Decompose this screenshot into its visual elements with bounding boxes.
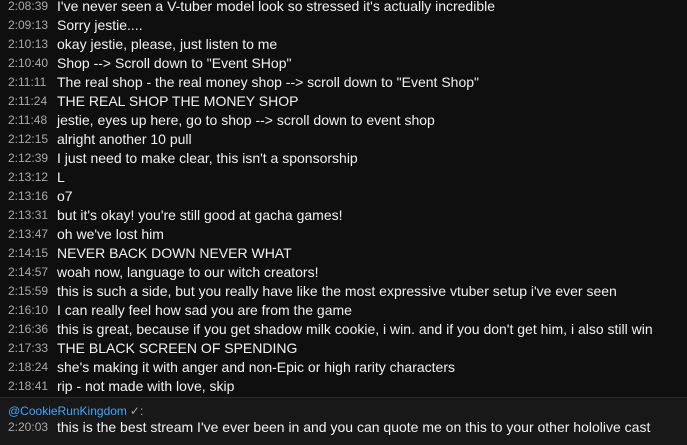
message-timestamp: 2:16:36 xyxy=(8,322,49,336)
message-text: I just need to make clear, this isn't a … xyxy=(57,150,358,166)
chat-message: 2:13:47 oh we've lost him xyxy=(0,225,687,244)
message-timestamp: 2:16:10 xyxy=(8,303,49,317)
message-text: THE BLACK SCREEN OF SPENDING xyxy=(57,340,298,356)
chat-message-list[interactable]: 2:08:39 I've never seen a V-tuber model l… xyxy=(0,0,687,395)
message-text: rip - not made with love, skip xyxy=(57,378,235,394)
chat-message: 2:11:11 The real shop - the real money sh… xyxy=(0,73,687,92)
message-timestamp: 2:10:13 xyxy=(8,37,49,51)
message-text: NEVER BACK DOWN NEVER WHAT xyxy=(57,245,292,261)
message-text: Sorry jestie.... xyxy=(57,17,143,33)
message-text: I've never seen a V-tuber model look so … xyxy=(57,0,496,14)
chat-message: 2:18:24 she's making it with anger and no… xyxy=(0,358,687,377)
message-text: but it's okay! you're still good at gach… xyxy=(57,207,343,223)
pinned-message-row: 2:20:03 this is the best stream I've eve… xyxy=(0,418,687,437)
message-timestamp: 2:11:24 xyxy=(8,94,48,108)
message-timestamp: 2:14:15 xyxy=(8,246,49,260)
pinned-message-text: this is the best stream I've ever been i… xyxy=(57,419,651,435)
chat-message: 2:09:13 Sorry jestie.... xyxy=(0,16,687,35)
message-timestamp: 2:13:31 xyxy=(8,208,49,222)
message-text: I can really feel how sad you are from t… xyxy=(57,302,352,318)
message-text: Shop --> Scroll down to "Event SHop" xyxy=(57,55,292,71)
message-timestamp: 2:09:13 xyxy=(8,18,49,32)
chat-message: 2:11:24 THE REAL SHOP THE MONEY SHOP xyxy=(0,92,687,111)
message-timestamp: 2:11:11 xyxy=(8,75,47,89)
message-text: oh we've lost him xyxy=(57,226,164,242)
pinned-author-name[interactable]: @CookieRunKingdom xyxy=(8,404,127,418)
chat-message: 2:13:12 L xyxy=(0,168,687,187)
chat-items: 2:08:39 I've never seen a V-tuber model l… xyxy=(0,0,687,395)
message-timestamp: 2:08:39 xyxy=(8,0,49,13)
message-text: woah now, language to our witch creators… xyxy=(57,264,319,280)
chat-message: 2:15:59 this is such a side, but you real… xyxy=(0,282,687,301)
pinned-author[interactable]: @CookieRunKingdom ✓: xyxy=(8,404,143,418)
pinned-message: @CookieRunKingdom ✓: 2:20:03 this is the … xyxy=(0,398,687,445)
message-timestamp: 2:13:16 xyxy=(8,189,49,203)
message-timestamp: 2:12:15 xyxy=(8,132,49,146)
message-timestamp: 2:11:48 xyxy=(8,113,48,127)
chat-message: 2:10:40 Shop --> Scroll down to "Event SH… xyxy=(0,54,687,73)
chat-message: 2:08:39 I've never seen a V-tuber model l… xyxy=(0,0,687,16)
chat-message: 2:14:15 NEVER BACK DOWN NEVER WHAT xyxy=(0,244,687,263)
chat-message: 2:10:13 okay jestie, please, just listen … xyxy=(0,35,687,54)
message-timestamp: 2:10:40 xyxy=(8,56,49,70)
message-timestamp: 2:18:41 xyxy=(8,379,49,393)
message-text: THE REAL SHOP THE MONEY SHOP xyxy=(57,93,299,109)
message-text: o7 xyxy=(57,188,73,204)
message-timestamp: 2:14:57 xyxy=(8,265,49,279)
message-timestamp: 2:13:47 xyxy=(8,227,49,241)
message-timestamp: 2:17:33 xyxy=(8,341,49,355)
chat-message: 2:13:31 but it's okay! you're still good … xyxy=(0,206,687,225)
chat-message: 2:13:16 o7 xyxy=(0,187,687,206)
chat-message: 2:16:36 this is great, because if you get… xyxy=(0,320,687,339)
message-timestamp: 2:15:59 xyxy=(8,284,49,298)
chat-message: 2:12:39 I just need to make clear, this i… xyxy=(0,149,687,168)
message-text: The real shop - the real money shop --> … xyxy=(57,74,479,90)
chat-message: 2:18:41 rip - not made with love, skip xyxy=(0,377,687,395)
chat-message: 2:17:33 THE BLACK SCREEN OF SPENDING xyxy=(0,339,687,358)
message-text: this is such a side, but you really have… xyxy=(57,283,617,299)
chat-message: 2:11:48 jestie, eyes up here, go to shop … xyxy=(0,111,687,130)
chat-message: 2:14:57 woah now, language to our witch c… xyxy=(0,263,687,282)
message-timestamp: 2:12:39 xyxy=(8,151,49,165)
pinned-timestamp: 2:20:03 xyxy=(8,420,49,434)
message-text: jestie, eyes up here, go to shop --> scr… xyxy=(57,112,435,128)
message-text: this is great, because if you get shadow… xyxy=(57,321,653,337)
verified-check-icon: ✓: xyxy=(129,404,144,418)
message-text: L xyxy=(57,169,65,185)
message-timestamp: 2:18:24 xyxy=(8,360,49,374)
chat-message: 2:16:10 I can really feel how sad you are… xyxy=(0,301,687,320)
chat-message: 2:12:15 alright another 10 pull xyxy=(0,130,687,149)
message-text: she's making it with anger and non-Epic … xyxy=(57,359,455,375)
message-text: alright another 10 pull xyxy=(57,131,192,147)
message-timestamp: 2:13:12 xyxy=(8,170,49,184)
message-text: okay jestie, please, just listen to me xyxy=(57,36,278,52)
